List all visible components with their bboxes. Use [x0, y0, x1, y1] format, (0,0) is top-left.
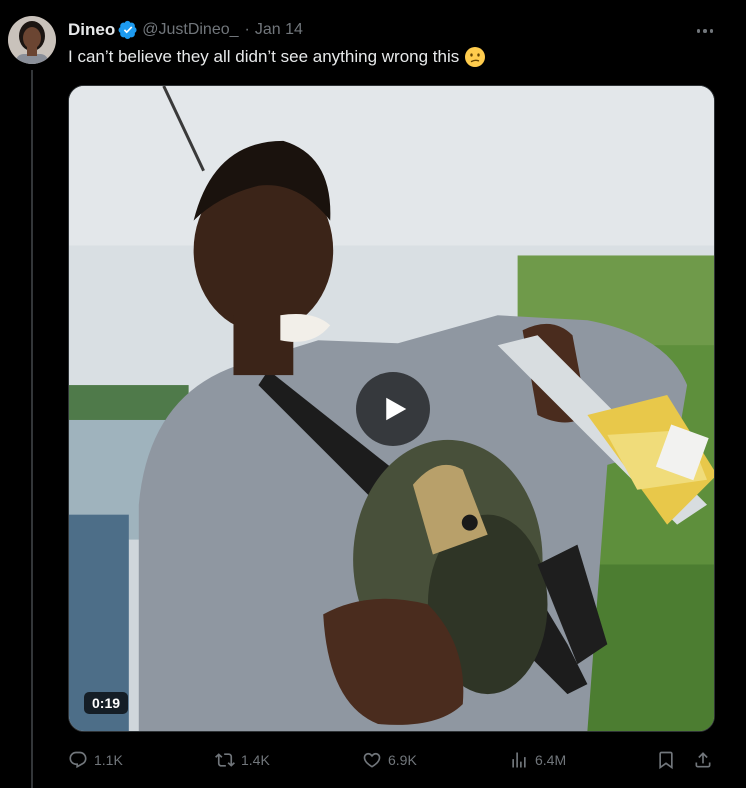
bookmark-icon [659, 751, 673, 770]
tweet-text: I can’t believe they all didn’t see anyt… [68, 46, 486, 68]
heart-icon [363, 752, 381, 768]
reply-count: 1.1K [94, 752, 123, 768]
tweet-actions-bar: 1.1K 1.4K 6.9K 6.4M [68, 750, 718, 774]
retweet-icon [215, 753, 235, 767]
tweet-header: Dineo @JustDineo_ · Jan 14 [68, 19, 303, 41]
avatar-image [8, 16, 56, 64]
views-chart-icon [512, 752, 526, 768]
views-button[interactable]: 6.4M [509, 750, 566, 770]
separator-dot: · [244, 21, 250, 38]
tweet-text-content: I can’t believe they all didn’t see anyt… [68, 47, 460, 66]
author-name[interactable]: Dineo [68, 20, 115, 40]
reply-icon [69, 751, 87, 769]
tweet-date[interactable]: Jan 14 [255, 21, 303, 39]
retweet-count: 1.4K [241, 752, 270, 768]
video-duration-badge: 0:19 [84, 692, 129, 714]
confused-face-emoji-icon [465, 47, 486, 67]
video-player[interactable]: 0:19 [68, 85, 715, 732]
retweet-button[interactable]: 1.4K [215, 750, 270, 770]
share-icon [695, 752, 711, 768]
view-count: 6.4M [535, 752, 567, 768]
play-button[interactable] [356, 372, 430, 446]
reply-button[interactable]: 1.1K [68, 750, 123, 770]
play-icon [386, 397, 407, 421]
like-count: 6.9K [388, 752, 417, 768]
like-button[interactable]: 6.9K [362, 750, 417, 770]
author-handle[interactable]: @JustDineo_ [142, 21, 238, 39]
share-button[interactable] [693, 750, 713, 770]
thread-line [31, 70, 33, 788]
verified-badge-icon[interactable] [118, 20, 138, 40]
avatar[interactable] [8, 16, 56, 64]
more-options-icon[interactable] [694, 20, 716, 42]
bookmark-button[interactable] [656, 750, 676, 770]
